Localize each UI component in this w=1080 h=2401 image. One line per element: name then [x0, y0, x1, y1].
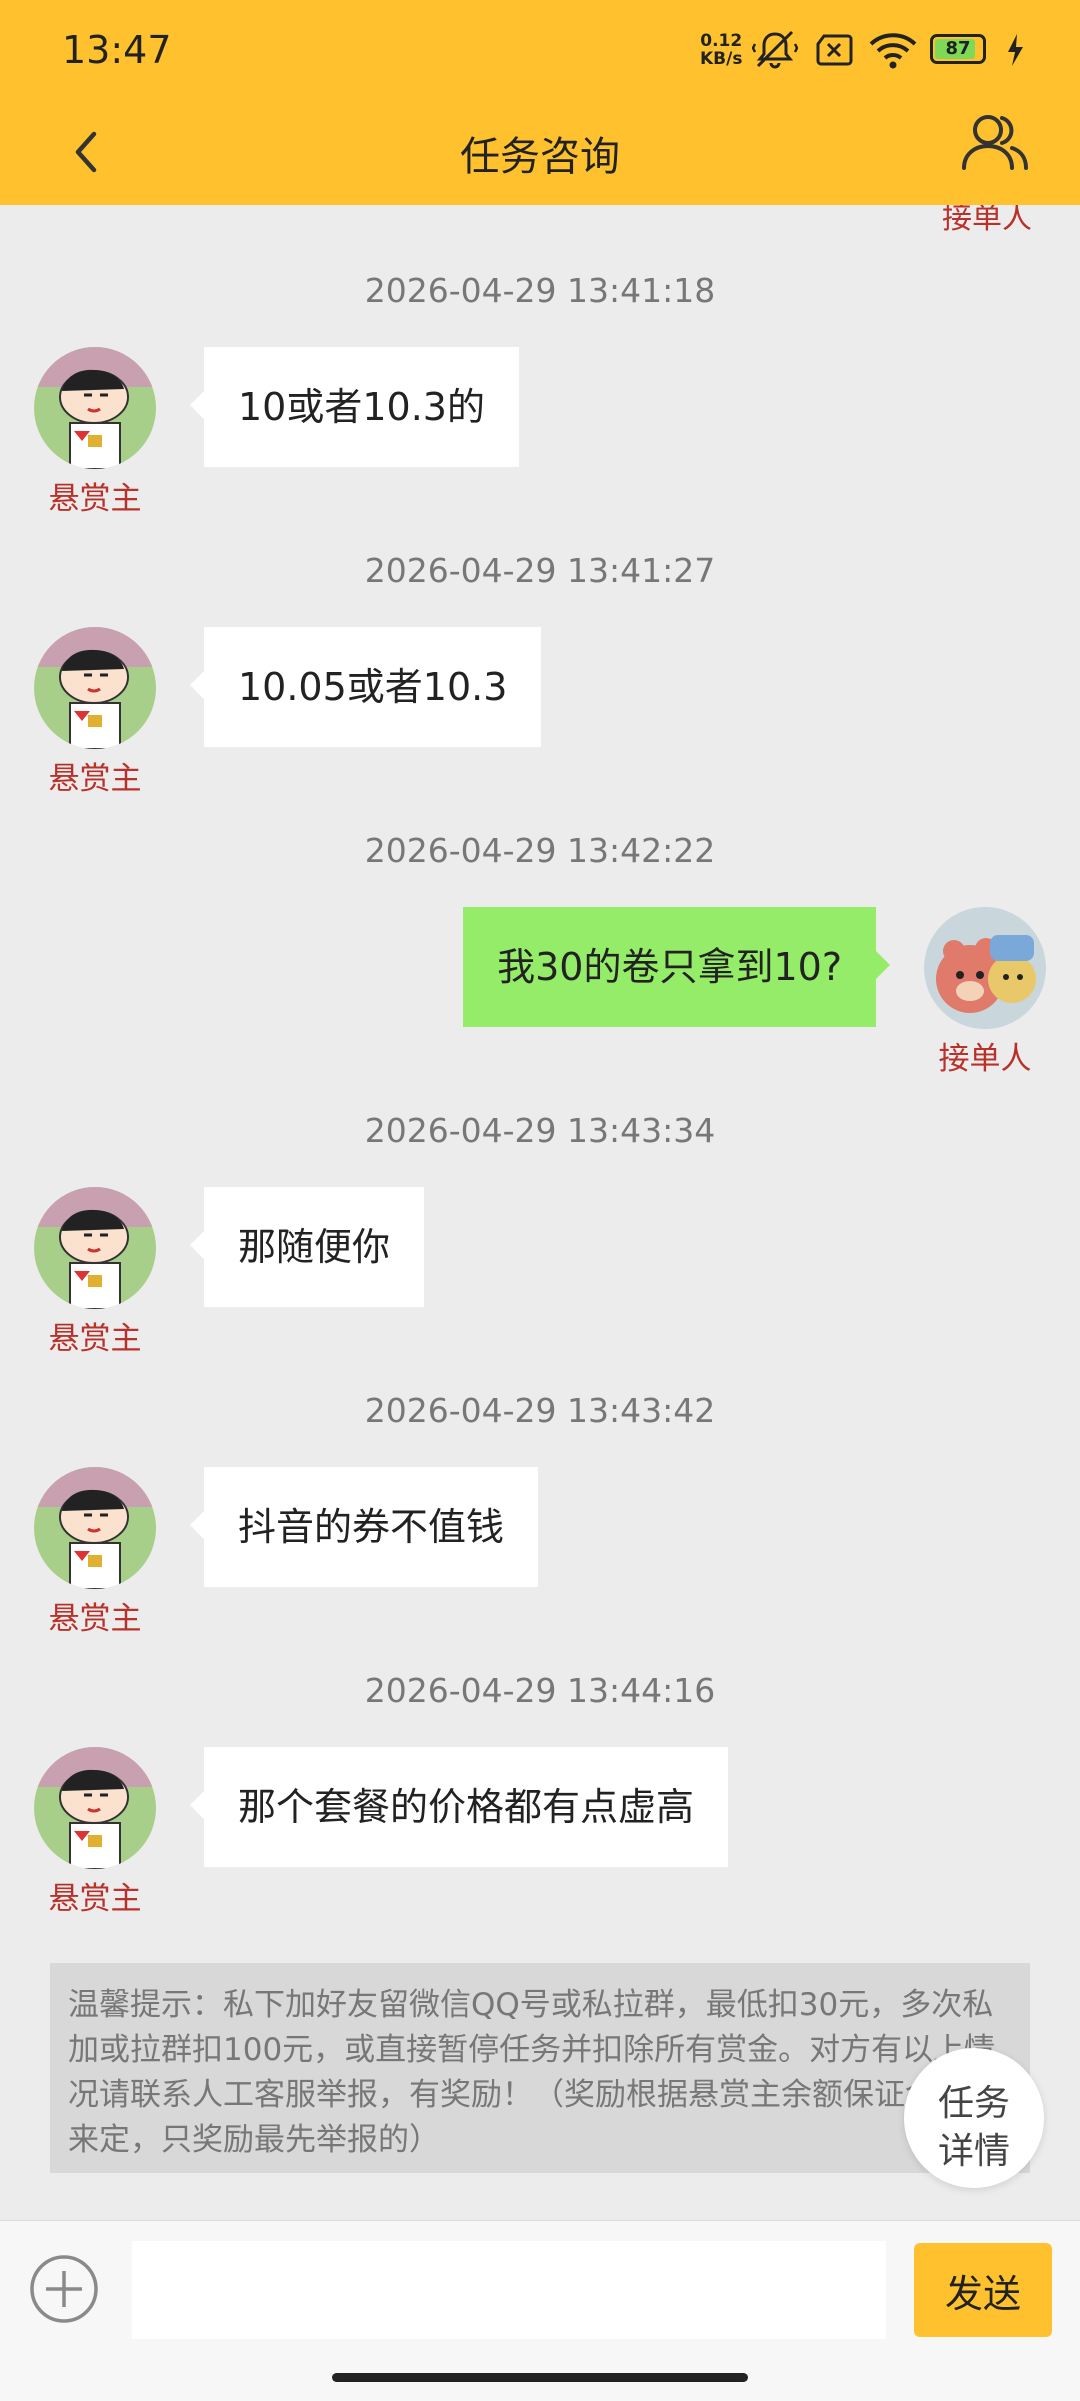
wifi-icon [869, 33, 917, 69]
task-detail-label-line1: 任务 [937, 2083, 1010, 2124]
role-label: 接单人 [938, 1041, 1032, 1077]
home-indicator[interactable] [332, 2373, 748, 2382]
send-button[interactable]: 发送 [914, 2243, 1052, 2337]
battery-icon: 87 [930, 34, 986, 64]
avatar[interactable] [34, 1187, 156, 1309]
sim-off-icon [816, 34, 853, 66]
role-label: 悬赏主 [48, 1321, 142, 1357]
avatar[interactable] [34, 1747, 156, 1869]
message-bubble[interactable]: 我30的卷只拿到10? [463, 907, 890, 1027]
add-circle-icon[interactable] [28, 2253, 100, 2325]
message-bubble[interactable]: 那随便你 [189, 1187, 425, 1307]
avatar[interactable] [924, 907, 1046, 1029]
net-speed-value: 0.12 [700, 31, 743, 51]
message-timestamp: 2026-04-29 13:41:18 [364, 271, 716, 310]
people-icon[interactable] [960, 108, 1030, 178]
net-speed: 0.12 KB/s [700, 32, 742, 68]
task-detail-button[interactable]: 任务 详情 [904, 2048, 1044, 2188]
message-bubble[interactable]: 10.05或者10.3 [189, 627, 542, 747]
battery-level: 87 [945, 38, 971, 59]
role-label: 悬赏主 [48, 481, 142, 517]
input-bar: 发送 [0, 2220, 1080, 2401]
avatar[interactable] [34, 1467, 156, 1589]
task-detail-label-line2: 详情 [937, 2131, 1010, 2172]
status-time: 13:47 [62, 28, 172, 72]
net-speed-unit: KB/s [700, 49, 743, 69]
page-title: 任务咨询 [460, 134, 620, 180]
role-label: 悬赏主 [48, 1881, 142, 1917]
warning-notice: 温馨提示：私下加好友留微信QQ号或私拉群，最低扣30元，多次私加或拉群扣100元… [50, 1963, 1030, 2173]
message-bubble[interactable]: 抖音的券不值钱 [189, 1467, 539, 1587]
message-timestamp: 2026-04-29 13:44:16 [364, 1671, 716, 1710]
message-timestamp: 2026-04-29 13:42:22 [364, 831, 716, 870]
message-bubble[interactable]: 10或者10.3的 [190, 347, 519, 467]
app-header: 任务咨询 [0, 100, 1080, 205]
mute-vibrate-icon [752, 30, 798, 69]
message-input[interactable] [132, 2241, 886, 2339]
chat-area[interactable]: 接单人 2026-04-29 13:41:18 悬赏主 10或者10.3的 20… [0, 205, 1080, 2220]
message-timestamp: 2026-04-29 13:41:27 [364, 551, 716, 590]
message-bubble[interactable]: 那个套餐的价格都有点虚高 [189, 1747, 729, 1867]
message-timestamp: 2026-04-29 13:43:34 [364, 1111, 716, 1150]
role-label: 悬赏主 [48, 761, 142, 797]
avatar[interactable] [34, 347, 156, 469]
charging-icon [1008, 34, 1023, 66]
role-label: 悬赏主 [48, 1601, 142, 1637]
status-bar: 13:47 0.12 KB/s 87 [0, 0, 1080, 100]
avatar[interactable] [34, 627, 156, 749]
message-timestamp: 2026-04-29 13:43:42 [364, 1391, 716, 1430]
role-label: 接单人 [942, 205, 1032, 236]
